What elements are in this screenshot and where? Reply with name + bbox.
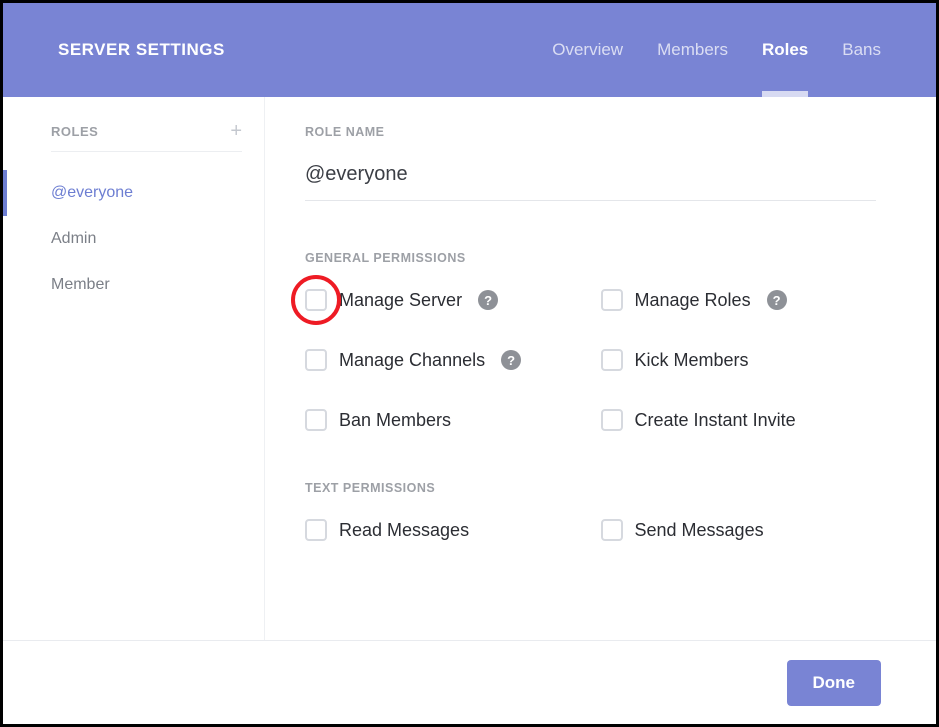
role-name-input[interactable]	[305, 157, 876, 201]
nav-tabs: Overview Members Roles Bans	[552, 3, 881, 97]
checkbox-ban-members[interactable]	[305, 409, 327, 431]
role-name-label: ROLE NAME	[305, 125, 876, 139]
section-heading: TEXT PERMISSIONS	[305, 481, 876, 495]
footer: Done	[3, 640, 936, 724]
perm-label: Kick Members	[635, 350, 749, 371]
perm-kick-members: Kick Members	[601, 349, 877, 371]
checkbox-manage-channels[interactable]	[305, 349, 327, 371]
checkbox-send-messages[interactable]	[601, 519, 623, 541]
help-icon[interactable]: ?	[478, 290, 498, 310]
checkbox-manage-server[interactable]	[305, 289, 327, 311]
main-content: ROLE NAME GENERAL PERMISSIONS Manage Ser…	[265, 97, 936, 640]
help-icon[interactable]: ?	[501, 350, 521, 370]
perm-manage-roles: Manage Roles ?	[601, 289, 877, 311]
sidebar-item-admin[interactable]: Admin	[3, 216, 264, 262]
sidebar-header: ROLES +	[3, 121, 264, 151]
checkbox-create-instant-invite[interactable]	[601, 409, 623, 431]
perm-manage-channels: Manage Channels ?	[305, 349, 581, 371]
perm-send-messages: Send Messages	[601, 519, 877, 541]
perm-label: Create Instant Invite	[635, 410, 796, 431]
help-icon[interactable]: ?	[767, 290, 787, 310]
sidebar-item-label: @everyone	[51, 184, 133, 201]
sidebar-heading: ROLES	[51, 124, 98, 139]
tab-roles[interactable]: Roles	[762, 3, 808, 97]
perm-label: Manage Server	[339, 290, 462, 311]
tab-bans[interactable]: Bans	[842, 3, 881, 97]
perm-ban-members: Ban Members	[305, 409, 581, 431]
tab-members[interactable]: Members	[657, 3, 728, 97]
done-button[interactable]: Done	[787, 660, 882, 706]
permissions-grid: Read Messages Send Messages	[305, 519, 876, 541]
perm-label: Send Messages	[635, 520, 764, 541]
sidebar-divider	[51, 151, 242, 152]
perm-manage-server: Manage Server ?	[305, 289, 581, 311]
sidebar-item-member[interactable]: Member	[3, 262, 264, 308]
page-title: SERVER SETTINGS	[58, 40, 225, 60]
perm-label: Manage Channels	[339, 350, 485, 371]
checkbox-kick-members[interactable]	[601, 349, 623, 371]
section-heading: GENERAL PERMISSIONS	[305, 251, 876, 265]
perm-create-instant-invite: Create Instant Invite	[601, 409, 877, 431]
general-permissions-section: GENERAL PERMISSIONS Manage Server ? Mana…	[305, 251, 876, 431]
perm-label: Manage Roles	[635, 290, 751, 311]
sidebar-item-everyone[interactable]: @everyone	[3, 170, 264, 216]
permissions-grid: Manage Server ? Manage Roles ? Manage Ch…	[305, 289, 876, 431]
text-permissions-section: TEXT PERMISSIONS Read Messages Send Mess…	[305, 481, 876, 541]
checkbox-read-messages[interactable]	[305, 519, 327, 541]
sidebar: ROLES + @everyone Admin Member	[3, 97, 265, 640]
settings-window: SERVER SETTINGS Overview Members Roles B…	[0, 0, 939, 727]
sidebar-item-label: Member	[51, 276, 110, 293]
add-role-icon[interactable]: +	[230, 121, 242, 141]
body: ROLES + @everyone Admin Member ROLE NAME…	[3, 97, 936, 640]
perm-read-messages: Read Messages	[305, 519, 581, 541]
perm-label: Read Messages	[339, 520, 469, 541]
checkbox-manage-roles[interactable]	[601, 289, 623, 311]
header: SERVER SETTINGS Overview Members Roles B…	[3, 3, 936, 97]
sidebar-item-label: Admin	[51, 230, 96, 247]
perm-label: Ban Members	[339, 410, 451, 431]
tab-overview[interactable]: Overview	[552, 3, 623, 97]
